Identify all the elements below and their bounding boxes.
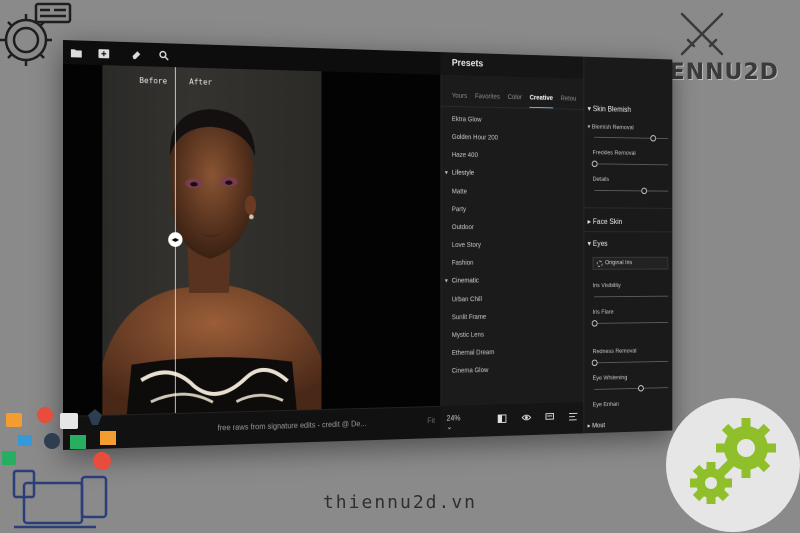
chevron-down-icon: ⌄ — [446, 422, 453, 432]
tab-favorites[interactable]: Favorites — [475, 87, 500, 107]
preset-group-label: Cinematic — [451, 277, 479, 285]
divider — [584, 207, 673, 209]
freckles-removal-label: Freckles Removal — [592, 149, 636, 157]
chat-icon[interactable] — [545, 411, 555, 422]
tab-yours[interactable]: Yours — [452, 86, 467, 106]
preset-item[interactable]: Sunlit Frame — [441, 307, 584, 326]
image-viewer[interactable]: Before After ◂▸ — [63, 64, 441, 416]
zoom-select[interactable]: 24% ⌄ — [447, 414, 461, 431]
devices-illustration — [2, 407, 116, 529]
blemish-removal-slider[interactable] — [594, 135, 669, 142]
website-url: thiennu2d.vn — [322, 492, 478, 513]
app-window: Before After ◂▸ Presets Yours Favorites Co… — [63, 40, 673, 450]
iris-flare-slider[interactable] — [591, 320, 669, 327]
preset-item[interactable]: Haze 400 — [441, 146, 584, 166]
preset-group-label: Lifestyle — [451, 169, 475, 177]
iris-visibility-label: Iris Visibility — [592, 282, 621, 290]
blemish-removal-knob[interactable] — [649, 135, 656, 142]
mouth-header[interactable]: ▸ Mout — [588, 422, 606, 430]
skin-blemish-label: Skin Blemish — [592, 104, 632, 114]
iris-visibility-slider[interactable] — [594, 295, 669, 298]
preset-item[interactable]: Outdoor — [441, 219, 584, 237]
chevron-down-icon: ▾ — [444, 277, 448, 285]
adjustments-panel: ▾ Skin Blemish ▾ Blemish Removal Freckle… — [583, 56, 673, 434]
divider — [584, 231, 673, 233]
eye-whitening-slider[interactable] — [594, 385, 669, 392]
eye-icon[interactable] — [521, 412, 531, 423]
crossed-swords-icon — [680, 12, 724, 56]
preset-tabs: Yours Favorites Color Creative Retou — [441, 85, 585, 110]
compare-icon[interactable] — [497, 413, 507, 424]
preset-group[interactable]: ▾ Cinematic — [441, 272, 584, 291]
preset-item[interactable]: Fashion — [441, 254, 584, 272]
details-label: Details — [592, 176, 610, 183]
presets-panel: Presets Yours Favorites Color Creative Retou… — [440, 58, 585, 406]
eyes-header[interactable]: ▾ Eyes — [588, 239, 608, 247]
tab-color[interactable]: Color — [508, 88, 522, 108]
preset-item[interactable]: Golden Hour 200 — [441, 128, 584, 148]
zoom-value: 24% — [446, 413, 461, 423]
details-knob[interactable] — [641, 187, 648, 195]
eye-enhance-label: Eye Enhan — [592, 401, 619, 409]
redness-removal-label: Redness Removal — [592, 347, 637, 356]
eye-whitening-knob[interactable] — [637, 385, 644, 392]
eraser-icon[interactable] — [130, 47, 144, 61]
preset-item[interactable]: Matte — [441, 183, 584, 202]
fit-button[interactable]: Fit — [427, 416, 435, 425]
folder-icon[interactable] — [69, 45, 83, 59]
face-skin-header[interactable]: ▸ Face Skin — [588, 217, 623, 225]
redness-removal-knob[interactable] — [591, 359, 598, 367]
preset-item[interactable]: Love Story — [441, 237, 584, 255]
original-iris-button[interactable]: Original Iris — [592, 256, 669, 270]
iris-flare-knob[interactable] — [591, 320, 598, 327]
zoom-icon[interactable] — [157, 48, 170, 62]
iris-flare-label: Iris Flare — [592, 308, 614, 316]
tab-creative[interactable]: Creative — [529, 88, 554, 109]
after-label: After — [189, 77, 213, 87]
preset-item[interactable]: Party — [441, 201, 584, 220]
chevron-down-icon: ▾ — [444, 169, 448, 177]
preset-item[interactable]: Urban Chill — [441, 290, 584, 309]
redness-removal-slider[interactable] — [591, 359, 669, 367]
freckles-removal-knob[interactable] — [591, 160, 598, 168]
mouth-label: Mout — [592, 422, 606, 430]
eyes-label: Eyes — [592, 239, 608, 248]
original-iris-label: Original Iris — [605, 259, 633, 267]
portrait-photo — [102, 65, 322, 415]
preset-item[interactable]: Cinema Glow — [441, 360, 584, 381]
blemish-removal-text: Blemish Removal — [591, 123, 634, 132]
freckles-removal-slider[interactable] — [591, 160, 669, 168]
skin-blemish-header[interactable]: ▾ Skin Blemish — [588, 105, 631, 114]
face-skin-label: Face Skin — [592, 217, 623, 226]
presets-title: Presets — [451, 58, 484, 70]
preset-list: Ektra Glow Golden Hour 200 Haze 400 ▾ Lifest… — [441, 110, 584, 380]
preset-group[interactable]: ▾ Lifestyle — [441, 164, 584, 184]
before-label: Before — [139, 76, 168, 86]
eye-whitening-label: Eye Whitening — [592, 374, 628, 382]
details-slider[interactable] — [594, 187, 669, 195]
view-tools — [497, 411, 578, 424]
list-icon[interactable] — [568, 411, 578, 422]
add-image-icon[interactable] — [96, 46, 110, 60]
tab-retou[interactable]: Retou — [561, 89, 577, 109]
split-handle[interactable]: ◂▸ — [168, 232, 183, 247]
blemish-removal-label: ▾ Blemish Removal — [587, 123, 634, 132]
iris-icon — [596, 260, 603, 267]
image-caption: free raws from signature edits - credit … — [217, 419, 367, 433]
